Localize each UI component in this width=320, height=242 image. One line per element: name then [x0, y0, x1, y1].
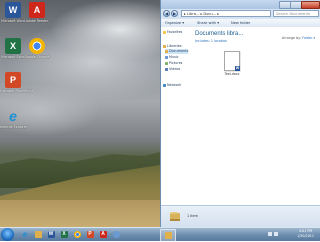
- search-input[interactable]: Search Documents: [273, 10, 319, 17]
- excel-icon: X: [60, 231, 68, 238]
- taskbar-acrobat[interactable]: A: [97, 229, 109, 240]
- desktop-icon-powerpoint[interactable]: P Microsoft PowerPoint: [0, 72, 33, 93]
- item-count: 1 item: [187, 214, 198, 218]
- desktop-icon-ie[interactable]: e Internet Explorer: [0, 108, 27, 129]
- taskbar-ie[interactable]: e: [19, 229, 31, 240]
- file-name: Test.docx: [224, 72, 240, 76]
- taskbar: e W X P A 4:01 PM 1/30/2011: [0, 227, 320, 242]
- navigation-pane: Favorites Libraries Documents Music Pict…: [161, 27, 192, 205]
- taskbar-powerpoint[interactable]: P: [84, 229, 96, 240]
- library-includes-link[interactable]: Includes: 1 location: [195, 39, 227, 43]
- videos-icon: [165, 67, 168, 71]
- network-icon: [163, 83, 166, 87]
- taskbar-explorer-active[interactable]: [160, 229, 176, 242]
- nav-favorites[interactable]: Favorites: [163, 30, 182, 35]
- close-button[interactable]: [301, 1, 320, 9]
- address-bar[interactable]: ▸ Libra... ▸ Docu... ▸: [181, 10, 271, 17]
- taskbar-media-player[interactable]: [110, 229, 122, 240]
- file-item[interactable]: W Test.docx: [223, 51, 241, 76]
- nav-videos[interactable]: Videos: [165, 67, 180, 72]
- taskbar-word[interactable]: W: [45, 229, 57, 240]
- internet-explorer-icon: e: [9, 108, 17, 124]
- folder-icon: [164, 232, 172, 239]
- nav-documents[interactable]: Documents: [165, 49, 189, 54]
- powerpoint-icon: P: [5, 72, 21, 88]
- nav-music[interactable]: Music: [165, 55, 179, 60]
- nav-network[interactable]: Network: [163, 83, 181, 88]
- desktop-icon-word[interactable]: W Microsoft Word: [0, 2, 26, 23]
- volume-tray-icon[interactable]: [274, 232, 278, 236]
- music-icon: [165, 55, 168, 59]
- clock[interactable]: 4:01 PM 1/30/2011: [297, 229, 314, 239]
- nav-pictures[interactable]: Pictures: [165, 61, 182, 66]
- desktop-icon-excel[interactable]: X Microsoft Excel: [0, 38, 26, 59]
- excel-icon: X: [5, 38, 21, 54]
- title-bar[interactable]: [161, 0, 320, 9]
- word-icon: W: [47, 231, 55, 238]
- organize-button[interactable]: Organize ▾: [165, 20, 184, 26]
- share-with-button[interactable]: Share with ▾: [197, 20, 219, 26]
- powerpoint-icon: P: [86, 231, 94, 238]
- taskbar-excel[interactable]: X: [58, 229, 70, 240]
- desktop-icon-chrome[interactable]: Google Chrome: [24, 38, 50, 59]
- explorer-window: ◀ ▶ ▸ Libra... ▸ Docu... ▸ Search Docume…: [160, 0, 320, 228]
- internet-explorer-icon: e: [22, 230, 28, 239]
- back-button[interactable]: ◀: [163, 10, 170, 17]
- chrome-icon: [73, 231, 81, 238]
- word-document-icon: W: [224, 51, 240, 71]
- library-title: Documents libra...: [195, 31, 244, 37]
- address-row: ◀ ▶ ▸ Libra... ▸ Docu... ▸ Search Docume…: [163, 10, 319, 18]
- taskbar-explorer[interactable]: [32, 229, 44, 240]
- documents-icon: [165, 49, 168, 53]
- acrobat-icon: A: [99, 231, 107, 238]
- word-icon: W: [5, 2, 21, 18]
- start-button[interactable]: [1, 228, 14, 241]
- star-icon: [163, 30, 166, 34]
- chrome-icon: [29, 38, 45, 54]
- folder-icon: [34, 231, 42, 238]
- arrange-by: Arrange by: Folder ▾: [281, 36, 315, 40]
- forward-button[interactable]: ▶: [171, 10, 178, 17]
- desktop-icon-acrobat[interactable]: A Adobe Reader: [24, 2, 50, 23]
- details-pane: 1 item: [161, 205, 320, 228]
- wallpaper-grass: [0, 200, 160, 227]
- system-tray: 4:01 PM 1/30/2011: [268, 229, 318, 240]
- network-tray-icon[interactable]: [268, 232, 272, 236]
- new-folder-button[interactable]: New folder: [231, 20, 250, 26]
- library-large-icon: [169, 210, 181, 222]
- library-icon: [163, 44, 166, 48]
- taskbar-chrome[interactable]: [71, 229, 83, 240]
- media-player-icon: [112, 231, 120, 238]
- file-list: Documents libra... Includes: 1 location …: [191, 27, 320, 205]
- acrobat-icon: A: [29, 2, 45, 18]
- pictures-icon: [165, 61, 168, 65]
- arrange-by-dropdown[interactable]: Folder ▾: [302, 36, 315, 40]
